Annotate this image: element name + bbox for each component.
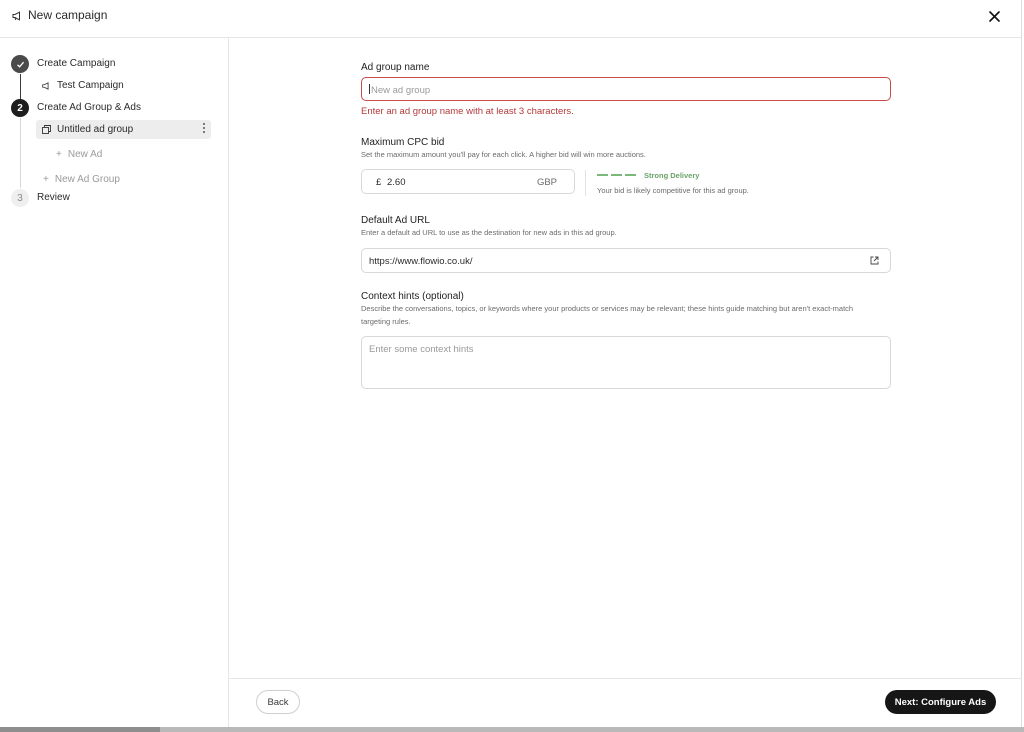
step-connector xyxy=(20,74,21,100)
megaphone-icon xyxy=(12,11,20,21)
default-url-input[interactable]: https://www.flowio.co.uk/ xyxy=(361,248,891,273)
max-cpc-value: 2.60 xyxy=(387,177,406,188)
plus-icon: + xyxy=(43,174,49,185)
max-cpc-input[interactable]: £ 2.60 GBP xyxy=(361,169,575,194)
megaphone-icon xyxy=(42,81,49,90)
more-options-icon[interactable] xyxy=(202,123,205,135)
meter-segment xyxy=(597,174,608,176)
new-ad-button[interactable]: + New Ad xyxy=(56,149,102,160)
max-cpc-label: Maximum CPC bid xyxy=(361,137,445,148)
bid-divider xyxy=(585,170,586,196)
currency-symbol: £ xyxy=(376,177,382,188)
currency-code: GBP xyxy=(536,177,557,188)
delivery-status-help: Your bid is likely competitive for this … xyxy=(597,186,749,195)
window-title: New campaign xyxy=(28,8,108,22)
sidebar-item-campaign-label: Test Campaign xyxy=(57,80,124,91)
step-connector xyxy=(20,118,21,188)
meter-segment xyxy=(625,174,636,176)
new-ad-group-button[interactable]: + New Ad Group xyxy=(43,174,120,185)
ad-group-name-error: Enter an ad group name with at least 3 c… xyxy=(361,106,574,117)
step-3-label[interactable]: Review xyxy=(37,192,70,203)
step-1-label[interactable]: Create Campaign xyxy=(37,58,115,69)
step-sidebar xyxy=(0,37,229,727)
close-icon xyxy=(989,11,1000,22)
external-link-icon[interactable] xyxy=(870,256,879,265)
default-url-value: https://www.flowio.co.uk/ xyxy=(369,256,473,267)
context-hints-textarea[interactable]: Enter some context hints xyxy=(361,336,891,389)
ad-group-name-label: Ad group name xyxy=(361,62,430,73)
meter-segment xyxy=(611,174,622,176)
bottom-scroll-strip xyxy=(0,727,1024,732)
context-hints-help: Describe the conversations, topics, or k… xyxy=(361,304,854,326)
campaign-window: New campaign Create Campaign Test Campai… xyxy=(0,0,1022,727)
step-2-number: 2 xyxy=(17,102,23,114)
window-header: New campaign xyxy=(0,0,1022,32)
next-configure-ads-button[interactable]: Next: Configure Ads xyxy=(885,690,996,714)
ad-group-icon xyxy=(42,125,51,134)
ad-group-name-input[interactable]: New ad group xyxy=(361,77,891,101)
context-hints-label: Context hints (optional) xyxy=(361,291,464,302)
scroll-segment xyxy=(0,727,160,732)
step-3-indicator: 3 xyxy=(11,189,29,207)
default-url-help: Enter a default ad URL to use as the des… xyxy=(361,228,617,237)
plus-icon: + xyxy=(56,149,62,160)
step-2-label[interactable]: Create Ad Group & Ads xyxy=(37,102,141,113)
sidebar-item-ad-group-row: Untitled ad group xyxy=(42,124,133,135)
sidebar-item-ad-group[interactable]: Untitled ad group xyxy=(36,120,211,139)
check-icon xyxy=(16,61,24,68)
max-cpc-help: Set the maximum amount you'll pay for ea… xyxy=(361,150,646,159)
delivery-meter xyxy=(597,174,636,176)
new-ad-label: New Ad xyxy=(67,149,103,160)
back-button[interactable]: Back xyxy=(256,690,300,714)
step-2-indicator: 2 xyxy=(11,99,29,117)
sidebar-item-ad-group-label: Untitled ad group xyxy=(57,124,134,135)
default-url-label: Default Ad URL xyxy=(361,215,430,226)
text-caret xyxy=(369,84,370,94)
ad-group-name-placeholder: New ad group xyxy=(371,85,431,96)
new-ad-group-label: New Ad Group xyxy=(54,174,120,185)
sidebar-item-campaign[interactable]: Test Campaign xyxy=(41,80,124,91)
context-hints-placeholder: Enter some context hints xyxy=(369,344,474,355)
close-button[interactable] xyxy=(986,8,1003,25)
step-3-number: 3 xyxy=(17,192,23,204)
delivery-status-label: Strong Delivery xyxy=(644,171,700,180)
step-1-done-indicator xyxy=(11,55,29,73)
